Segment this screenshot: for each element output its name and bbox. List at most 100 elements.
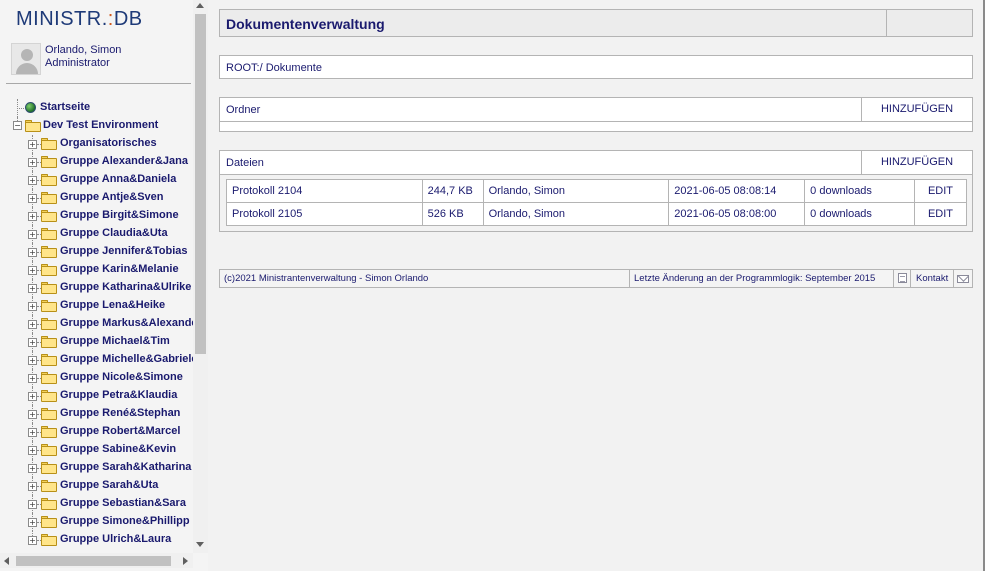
tree-item-folder[interactable]: + Gruppe Robert&Marcel — [0, 423, 193, 441]
main-content: Dokumentenverwaltung ROOT:/ Dokumente Or… — [208, 0, 985, 571]
expand-plus-icon[interactable]: + — [28, 248, 37, 257]
expand-plus-icon[interactable]: + — [28, 392, 37, 401]
expand-plus-icon[interactable]: + — [28, 320, 37, 329]
add-folder-button[interactable]: HINZUFÜGEN — [861, 98, 972, 121]
copyright-text: (c)2021 Ministrantenverwaltung - Simon O… — [224, 273, 429, 284]
expand-plus-icon[interactable]: + — [28, 158, 37, 167]
folder-icon — [41, 462, 57, 474]
expand-plus-icon[interactable]: + — [28, 212, 37, 221]
tree-item-root[interactable]: − Dev Test Environment — [0, 117, 193, 135]
tree-item-folder[interactable]: + Gruppe Katharina&Ulrike — [0, 279, 193, 297]
tree-item-label: Gruppe Ulrich&Laura — [60, 533, 172, 545]
scrollbar-thumb[interactable] — [195, 14, 206, 354]
file-name[interactable]: Protokoll 2104 — [226, 179, 423, 203]
expand-plus-icon[interactable]: + — [28, 338, 37, 347]
folders-label: Ordner — [226, 104, 261, 116]
tree-item-folder[interactable]: + Gruppe Sebastian&Sara — [0, 495, 193, 513]
expand-plus-icon[interactable]: + — [28, 446, 37, 455]
tree-item-folder[interactable]: + Gruppe Simone&Phillipp — [0, 513, 193, 531]
expand-plus-icon[interactable]: + — [28, 140, 37, 149]
file-owner: Orlando, Simon — [482, 179, 670, 203]
tree-item-label: Gruppe Jennifer&Tobias — [60, 245, 188, 257]
edit-file-button[interactable]: EDIT — [914, 202, 967, 226]
sidebar-vertical-scrollbar[interactable] — [193, 0, 208, 553]
folder-icon — [41, 336, 57, 348]
tree-item-folder[interactable]: + Gruppe Michelle&Gabriele — [0, 351, 193, 369]
folder-icon — [41, 480, 57, 492]
tree-item-folder[interactable]: + Gruppe Sarah&Uta — [0, 477, 193, 495]
scroll-right-icon[interactable] — [183, 557, 188, 565]
expand-plus-icon[interactable]: + — [28, 500, 37, 509]
expand-plus-icon[interactable]: + — [28, 302, 37, 311]
tree-item-folder[interactable]: + Gruppe Sarah&Katharina — [0, 459, 193, 477]
tree-item-label: Gruppe Claudia&Uta — [60, 227, 168, 239]
tree-item-label: Gruppe Sebastian&Sara — [60, 497, 186, 509]
header-side-cell — [886, 10, 972, 36]
scroll-up-icon[interactable] — [196, 3, 204, 8]
scrollbar-thumb[interactable] — [16, 556, 171, 566]
breadcrumb-path: ROOT:/ Dokumente — [226, 62, 322, 74]
expand-plus-icon[interactable]: + — [28, 410, 37, 419]
tree-item-folder[interactable]: + Organisatorisches — [0, 135, 193, 153]
tree-item-folder[interactable]: + Gruppe Karin&Melanie — [0, 261, 193, 279]
tree-item-folder[interactable]: + Gruppe Petra&Klaudia — [0, 387, 193, 405]
folder-icon — [41, 354, 57, 366]
tree-item-folder[interactable]: + Gruppe Birgit&Simone — [0, 207, 193, 225]
edit-file-button[interactable]: EDIT — [914, 179, 967, 203]
expand-plus-icon[interactable]: + — [28, 464, 37, 473]
expand-plus-icon[interactable]: + — [28, 266, 37, 275]
tree-item-folder[interactable]: + Gruppe Antje&Sven — [0, 189, 193, 207]
folder-icon — [41, 156, 57, 168]
folder-icon — [41, 318, 57, 330]
file-date: 2021-06-05 08:08:14 — [668, 179, 806, 203]
app-logo[interactable]: MINISTR.:DB — [16, 8, 143, 31]
tree-item-folder[interactable]: + Gruppe Michael&Tim — [0, 333, 193, 351]
expand-plus-icon[interactable]: + — [28, 356, 37, 365]
tree-item-label: Gruppe Karin&Melanie — [60, 263, 179, 275]
tree-item-label: Gruppe Sarah&Uta — [60, 479, 159, 491]
tree-item-folder[interactable]: + Gruppe Ulrich&Laura — [0, 531, 193, 549]
file-name[interactable]: Protokoll 2105 — [226, 202, 423, 226]
logo-text: MINISTR. — [16, 8, 108, 30]
folder-icon — [41, 498, 57, 510]
expand-plus-icon[interactable]: + — [28, 482, 37, 491]
tree-item-folder[interactable]: + Gruppe René&Stephan — [0, 405, 193, 423]
tree-item-folder[interactable]: + Gruppe Sabine&Kevin — [0, 441, 193, 459]
expand-plus-icon[interactable]: + — [28, 536, 37, 545]
scroll-left-icon[interactable] — [4, 557, 9, 565]
folder-icon — [41, 138, 57, 150]
files-header: Dateien HINZUFÜGEN — [220, 151, 972, 175]
sidebar-horizontal-scrollbar[interactable] — [0, 553, 193, 568]
mail-icon — [957, 275, 969, 283]
tree-item-folder[interactable]: + Gruppe Lena&Heike — [0, 297, 193, 315]
tree-item-home[interactable]: Startseite — [0, 99, 193, 117]
tree-item-label: Gruppe Simone&Phillipp — [60, 515, 190, 527]
expand-plus-icon[interactable]: + — [28, 176, 37, 185]
folder-icon — [41, 390, 57, 402]
tree-item-folder[interactable]: + Gruppe Jennifer&Tobias — [0, 243, 193, 261]
tree-item-folder[interactable]: + Gruppe Anna&Daniela — [0, 171, 193, 189]
expand-plus-icon[interactable]: + — [28, 230, 37, 239]
tree-item-folder[interactable]: + Gruppe Claudia&Uta — [0, 225, 193, 243]
expand-plus-icon[interactable]: + — [28, 374, 37, 383]
files-table: Protokoll 2104 244,7 KB Orlando, Simon 2021… — [226, 179, 967, 226]
expand-plus-icon[interactable]: + — [28, 194, 37, 203]
tree-item-folder[interactable]: + Gruppe Alexander&Jana — [0, 153, 193, 171]
expand-plus-icon[interactable]: + — [28, 428, 37, 437]
file-downloads: 0 downloads — [804, 179, 916, 203]
collapse-minus-icon[interactable]: − — [13, 121, 22, 130]
files-section: Dateien HINZUFÜGEN Protokoll 2104 244,7 K… — [219, 150, 973, 232]
expand-plus-icon[interactable]: + — [28, 518, 37, 527]
mail-icon-cell[interactable] — [953, 270, 972, 287]
tree-item-folder[interactable]: + Gruppe Markus&Alexander — [0, 315, 193, 333]
add-file-button[interactable]: HINZUFÜGEN — [861, 151, 972, 174]
expand-plus-icon[interactable]: + — [28, 284, 37, 293]
folder-icon — [25, 120, 41, 132]
avatar — [11, 43, 41, 75]
document-icon-cell[interactable] — [893, 270, 910, 287]
tree-item-folder[interactable]: + Gruppe Nicole&Simone — [0, 369, 193, 387]
scroll-down-icon[interactable] — [196, 542, 204, 547]
contact-link[interactable]: Kontakt — [910, 270, 953, 287]
tree-item-label: Gruppe René&Stephan — [60, 407, 181, 419]
page-title: Dokumentenverwaltung — [226, 16, 385, 32]
